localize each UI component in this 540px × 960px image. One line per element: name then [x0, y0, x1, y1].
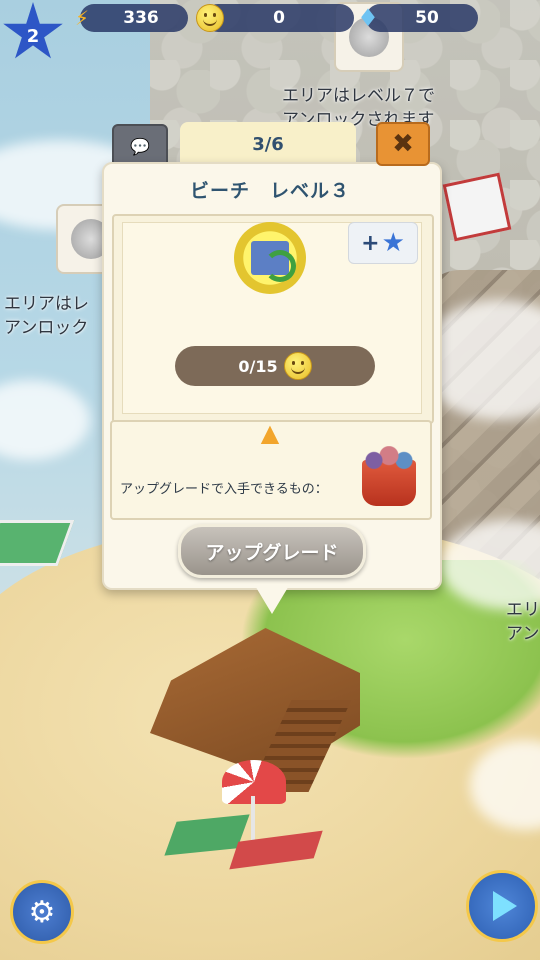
area-lock-line: アン — [506, 624, 540, 644]
close-button[interactable]: ✖ — [376, 122, 430, 166]
area-lock-text: エリアはレ アンロック — [4, 292, 89, 340]
sign-board — [442, 172, 512, 242]
play-icon — [493, 891, 517, 921]
dialog-title: ビーチ レベル３ — [189, 180, 350, 202]
page-indicator: 3/6 — [252, 133, 284, 155]
rewards-label: アップグレードで入手できるもの： — [120, 482, 328, 497]
settings-button[interactable]: ⚙ — [10, 880, 74, 944]
player-level: 2 — [26, 25, 40, 47]
energy-value: 336 — [123, 8, 159, 28]
chat-bubble-icon: 💬 — [130, 136, 150, 156]
shell-bucket-reward-icon — [358, 440, 422, 510]
upgrade-progress: 0/15 — [175, 346, 375, 386]
area-lock-line: アンロック — [4, 318, 89, 338]
lightning-icon: ⚡ — [74, 6, 90, 30]
area-lock-line: エリアはレ — [4, 294, 89, 314]
shells — [364, 446, 414, 470]
dialog-pointer — [254, 584, 290, 614]
area-lock-line: エリ — [506, 600, 540, 620]
area-lock-line: エリアはレベル７で — [282, 86, 435, 106]
smile-icon — [194, 2, 226, 34]
play-button[interactable] — [466, 870, 538, 942]
plus-sign: + — [361, 230, 380, 256]
gear-icon: ⚙ — [28, 894, 56, 930]
progress-value: 0/15 — [238, 356, 278, 376]
close-icon: ✖ — [392, 129, 414, 159]
smile-value: 0 — [273, 8, 285, 28]
arrow-up-icon: ▲ — [260, 419, 280, 447]
smile-icon — [283, 352, 312, 380]
umbrella-pole — [251, 796, 255, 840]
bonus-star-badge: + ★ — [348, 222, 418, 264]
diamond-icon: ♦ — [357, 4, 379, 32]
area-lock-text: エリ アン — [506, 598, 540, 646]
gem-value: 50 — [415, 8, 439, 28]
star-icon: ★ — [381, 228, 405, 258]
smile-counter[interactable]: 0 — [204, 4, 354, 32]
upgrade-button[interactable]: アップグレード — [178, 524, 366, 578]
house-upgrade-icon — [234, 222, 306, 294]
upgrade-arrow-icon — [264, 250, 296, 282]
page-indicator-tab: 3/6 — [180, 122, 356, 166]
